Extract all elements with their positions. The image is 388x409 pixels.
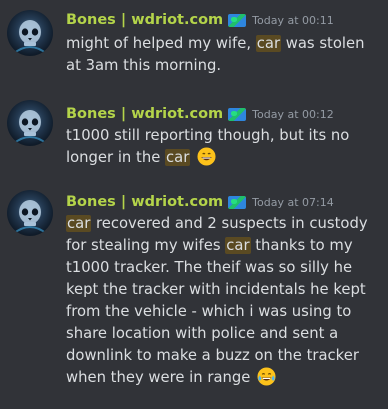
skull-avatar-icon — [12, 200, 48, 235]
message-content: car recovered and 2 suspects in custody … — [66, 213, 382, 389]
avatar[interactable] — [7, 190, 53, 236]
skull-avatar-icon — [12, 110, 48, 145]
message-content: t1000 still reporting though, but its no… — [66, 125, 382, 169]
world-map-icon[interactable] — [228, 195, 247, 209]
highlighted-keyword: car — [165, 149, 191, 166]
message: Bones | wdriot.com Today at 00:12 t1000 … — [0, 90, 388, 180]
message-text — [190, 149, 195, 166]
skull-avatar-icon — [12, 20, 48, 55]
avatar[interactable] — [7, 100, 53, 146]
username[interactable]: Bones | wdriot.com — [66, 194, 223, 210]
highlighted-keyword: car — [255, 35, 282, 52]
highlighted-keyword: car — [66, 215, 92, 232]
timestamp[interactable]: Today at 00:12 — [252, 108, 334, 121]
message-text: might of helped my wife, — [66, 35, 256, 52]
message-text: thanks to my t1000 tracker. The theif wa… — [66, 237, 366, 386]
tears-of-joy-emoji-icon[interactable] — [257, 367, 276, 386]
highlighted-keyword: car — [225, 237, 251, 254]
message: Bones | wdriot.com Today at 07:14 car re… — [0, 180, 388, 409]
timestamp[interactable]: Today at 07:14 — [252, 196, 334, 209]
username[interactable]: Bones | wdriot.com — [66, 12, 223, 28]
world-map-icon[interactable] — [228, 107, 247, 121]
message-header: Bones | wdriot.com Today at 07:14 — [66, 191, 334, 213]
avatar[interactable] — [7, 10, 53, 56]
world-map-icon[interactable] — [228, 13, 247, 27]
message-header: Bones | wdriot.com Today at 00:12 — [66, 103, 334, 125]
message-content: might of helped my wife, car was stolen … — [66, 33, 382, 77]
username[interactable]: Bones | wdriot.com — [66, 106, 223, 122]
message-header: Bones | wdriot.com Today at 00:11 — [66, 9, 334, 31]
timestamp[interactable]: Today at 00:11 — [252, 14, 334, 27]
grinning-emoji-icon[interactable] — [197, 147, 216, 166]
message: Bones | wdriot.com Today at 00:11 might … — [0, 0, 388, 90]
